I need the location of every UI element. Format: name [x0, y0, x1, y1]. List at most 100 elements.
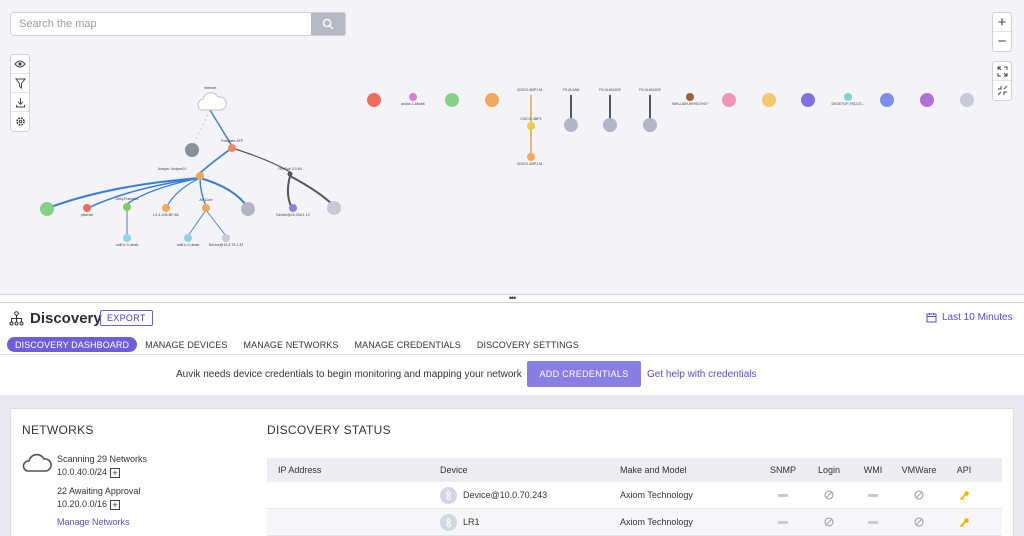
- search-input[interactable]: [11, 13, 311, 35]
- eye-icon: [14, 60, 26, 68]
- export-button[interactable]: EXPORT: [100, 310, 153, 326]
- tab-discovery-settings[interactable]: DISCOVERY SETTINGS: [469, 337, 587, 352]
- map-node[interactable]: [222, 234, 230, 242]
- expand-plus-icon[interactable]: +: [110, 467, 121, 478]
- filter-button[interactable]: [11, 74, 29, 93]
- tab-discovery-dashboard[interactable]: DISCOVERY DASHBOARD: [7, 337, 138, 352]
- map-node-labels: Internet Fortigate-ATP Juniper-Juniper01…: [81, 86, 865, 247]
- zoom-in-button[interactable]: +: [993, 13, 1011, 32]
- internet-cloud-icon[interactable]: [197, 92, 227, 111]
- tab-manage-networks[interactable]: MANAGE NETWORKS: [236, 337, 347, 352]
- col-vmware[interactable]: VMWare: [894, 465, 944, 475]
- map-node[interactable]: [844, 93, 852, 101]
- cell-login: [806, 517, 852, 527]
- cell-snmp: [760, 520, 806, 524]
- col-snmp[interactable]: SNMP: [760, 465, 806, 475]
- map-node[interactable]: [722, 93, 736, 107]
- device-name[interactable]: LR1: [463, 517, 480, 527]
- cell-device: Device@10.0.70.243: [440, 486, 620, 504]
- map-node[interactable]: [485, 93, 499, 107]
- col-device[interactable]: Device: [440, 465, 620, 475]
- map-node[interactable]: [162, 204, 170, 212]
- map-node[interactable]: [762, 93, 776, 107]
- map-label: Juniper-Juniper01: [158, 167, 187, 171]
- zoom-out-button[interactable]: −: [993, 32, 1011, 51]
- drag-handle-icon: •••: [508, 293, 517, 303]
- cell-wmi: [852, 493, 894, 497]
- map-node[interactable]: [643, 118, 657, 132]
- map-node[interactable]: [603, 118, 617, 132]
- expand-icon: [997, 66, 1007, 76]
- time-range-selector[interactable]: Last 10 Minutes: [926, 312, 1013, 323]
- discovery-status-heading: DISCOVERY STATUS: [267, 423, 391, 437]
- map-node[interactable]: [289, 204, 297, 212]
- network-map[interactable]: Internet Fortigate-ATP Juniper-Juniper01…: [0, 0, 1024, 294]
- map-node[interactable]: [564, 118, 578, 132]
- device-icon: [440, 513, 457, 531]
- map-node[interactable]: [185, 143, 199, 157]
- map-label: Ax-Core: [199, 198, 212, 202]
- map-node[interactable]: [123, 203, 131, 211]
- expand-plus-icon[interactable]: +: [110, 499, 121, 510]
- map-node[interactable]: [241, 202, 255, 216]
- credentials-help-link[interactable]: Get help with credentials: [647, 369, 757, 380]
- map-label-internet: Internet: [204, 86, 216, 90]
- col-login[interactable]: Login: [806, 465, 852, 475]
- settings-button[interactable]: [11, 112, 29, 131]
- manage-networks-link[interactable]: Manage Networks: [57, 517, 130, 527]
- zoom-controls: + −: [992, 12, 1012, 52]
- map-node[interactable]: [527, 122, 535, 130]
- scanning-network-row: 10.0.40.0/24 +: [57, 467, 121, 478]
- not-applicable-icon: [868, 493, 878, 497]
- map-node[interactable]: [409, 93, 417, 101]
- topology-canvas[interactable]: Internet Fortigate-ATP Juniper-Juniper01…: [0, 0, 1024, 294]
- map-node[interactable]: [40, 202, 54, 216]
- add-credentials-button[interactable]: ADD CREDENTIALS: [527, 361, 641, 387]
- map-node[interactable]: [880, 93, 894, 107]
- map-node[interactable]: [960, 93, 974, 107]
- col-make-model[interactable]: Make and Model: [620, 465, 760, 475]
- collapse-button[interactable]: [993, 81, 1011, 100]
- key-icon[interactable]: [959, 490, 970, 501]
- table-row[interactable]: Device@10.0.70.243 Axiom Technology: [267, 482, 1002, 509]
- map-node[interactable]: [123, 234, 131, 242]
- map-node[interactable]: [287, 171, 293, 177]
- panel-splitter[interactable]: •••: [0, 294, 1024, 303]
- map-label: Device@10.4.75.1.33: [209, 243, 244, 247]
- key-icon[interactable]: [959, 517, 970, 528]
- table-row[interactable]: LR1 Axiom Technology: [267, 509, 1002, 536]
- search-button[interactable]: [311, 13, 345, 35]
- col-ip[interactable]: IP Address: [267, 465, 440, 475]
- map-node[interactable]: [184, 234, 192, 242]
- cell-make-model: Axiom Technology: [620, 490, 693, 500]
- map-node[interactable]: [367, 93, 381, 107]
- cell-device: LR1: [440, 513, 620, 531]
- map-node[interactable]: [202, 204, 210, 212]
- col-wmi[interactable]: WMI: [852, 465, 894, 475]
- tab-manage-credentials[interactable]: MANAGE CREDENTIALS: [347, 337, 469, 352]
- map-node[interactable]: [327, 201, 341, 215]
- map-node[interactable]: [83, 204, 91, 212]
- download-icon: [15, 97, 25, 107]
- view-button[interactable]: [11, 55, 29, 74]
- map-label: CISCO-4BP1: [520, 117, 541, 121]
- map-search[interactable]: [10, 12, 346, 36]
- map-node[interactable]: [686, 93, 694, 101]
- map-node[interactable]: [801, 93, 815, 107]
- map-node[interactable]: [228, 144, 236, 152]
- col-api[interactable]: API: [944, 465, 984, 475]
- tab-manage-devices[interactable]: MANAGE DEVICES: [137, 337, 235, 352]
- download-button[interactable]: [11, 93, 29, 112]
- map-node[interactable]: [920, 93, 934, 107]
- map-node[interactable]: [527, 153, 535, 161]
- map-node[interactable]: [196, 172, 204, 180]
- networks-heading: NETWORKS: [22, 423, 94, 437]
- scanning-networks-label: Scanning 29 Networks: [57, 454, 148, 464]
- expand-button[interactable]: [993, 62, 1011, 81]
- device-name[interactable]: Device@10.0.70.243: [463, 490, 547, 500]
- dashboard-content: NETWORKS Scanning 29 Networks 10.0.40.0/…: [0, 395, 1024, 536]
- map-label: WIN-UDHJHHS07H07: [672, 102, 708, 106]
- map-node[interactable]: [445, 93, 459, 107]
- time-range-label: Last 10 Minutes: [942, 312, 1013, 323]
- cell-snmp: [760, 493, 806, 497]
